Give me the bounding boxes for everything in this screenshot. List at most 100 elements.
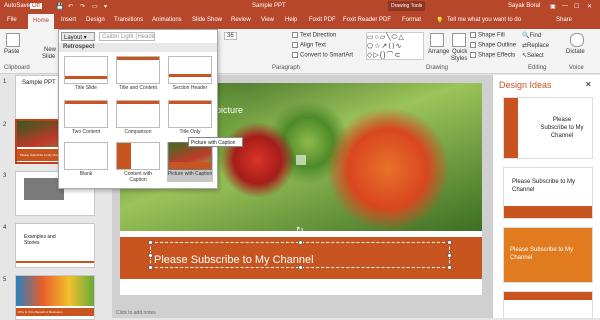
design-idea-card[interactable] — [503, 291, 593, 319]
maximize-icon[interactable]: ☐ — [574, 3, 579, 10]
layout-comparison[interactable]: Comparison — [115, 100, 161, 140]
design-idea-card[interactable]: Please Subscribe to My Channel — [503, 167, 593, 219]
close-pane-icon[interactable]: ✕ — [585, 80, 592, 89]
microphone-icon[interactable] — [570, 33, 584, 47]
layout-button[interactable]: Layout ▾ — [61, 32, 95, 41]
layout-picture-caption[interactable]: Picture with Caption — [167, 142, 213, 182]
tab-home[interactable]: Home — [28, 14, 55, 29]
align-text-button[interactable]: Align Text — [292, 42, 326, 49]
thumb-slide-4[interactable]: Examples and Stories — [15, 223, 95, 268]
tell-me-input[interactable]: Tell me what you want to do — [447, 17, 521, 23]
new-slide-sublabel[interactable]: Slide — [42, 54, 55, 60]
layout-two-content[interactable]: Two Content — [63, 100, 109, 140]
layout-preview — [64, 56, 108, 84]
undo-icon[interactable]: ↶ — [68, 3, 73, 10]
save-icon[interactable]: 💾 — [56, 3, 63, 10]
quick-styles-sublabel[interactable]: Styles — [451, 56, 467, 62]
resize-handle[interactable] — [148, 253, 153, 258]
autosave-toggle[interactable]: Off — [30, 3, 42, 9]
font-size-field[interactable]: 36 — [224, 32, 237, 40]
arrange-icon[interactable] — [430, 33, 444, 47]
find-label: Find — [529, 33, 542, 39]
notes-pane[interactable]: Click to add notes — [116, 310, 156, 316]
dictate-button[interactable]: Dictate — [566, 49, 585, 55]
resize-handle[interactable] — [447, 240, 452, 245]
image-icon[interactable] — [296, 155, 306, 165]
shape-effects-button[interactable]: Shape Effects — [470, 52, 515, 59]
minimize-icon[interactable]: — — [562, 3, 568, 9]
layout-content-caption[interactable]: Content with Caption — [115, 142, 161, 183]
ribbon-display-icon[interactable]: ▣ — [550, 3, 556, 10]
tab-animations[interactable]: Animations — [152, 17, 182, 23]
tab-insert[interactable]: Insert — [61, 17, 76, 23]
user-name[interactable]: Sayak Boral — [508, 3, 540, 9]
thumb-title: Examples and Stories — [24, 234, 56, 246]
convert-smartart-button[interactable]: Convert to SmartArt — [292, 52, 353, 59]
design-ideas-pane: Design Ideas ✕ Please Subscribe to My Ch… — [492, 75, 600, 319]
thumb-number: 3 — [3, 173, 7, 179]
resize-handle[interactable] — [447, 265, 452, 270]
layout-label: Content with Caption — [124, 171, 152, 183]
find-button[interactable]: 🔍Find — [522, 32, 541, 39]
design-idea-card[interactable]: Please Subscribe to My Channel — [503, 227, 593, 283]
resize-handle[interactable] — [148, 265, 153, 270]
customize-qat-icon[interactable]: ▾ — [104, 3, 107, 10]
layout-blank[interactable]: Blank — [63, 142, 109, 182]
design-idea-text: Please Subscribe to My Channel — [510, 247, 574, 261]
tab-review[interactable]: Review — [231, 17, 251, 23]
layout-section-header[interactable]: Section Header — [167, 56, 213, 96]
tab-transitions[interactable]: Transitions — [114, 17, 143, 23]
redo-icon[interactable]: ↷ — [80, 3, 85, 10]
layout-title-slide[interactable]: Title Slide — [63, 56, 109, 96]
document-title: Sample PPT — [252, 3, 286, 9]
text-direction-button[interactable]: Text Direction — [292, 32, 336, 39]
card-accent-bar — [504, 292, 592, 300]
resize-handle[interactable] — [148, 240, 153, 245]
paste-icon[interactable] — [6, 33, 20, 47]
tab-foxit-reader-pdf[interactable]: Foxit Reader PDF — [343, 17, 391, 23]
shape-outline-button[interactable]: Shape Outline — [470, 42, 516, 49]
present-icon[interactable]: ▭ — [92, 3, 98, 10]
select-button[interactable]: ↖Select — [522, 52, 544, 59]
group-paragraph-label: Paragraph — [272, 65, 301, 71]
paste-button[interactable]: Paste — [4, 49, 19, 55]
tab-view[interactable]: View — [261, 17, 274, 23]
share-button[interactable]: Share — [556, 17, 572, 23]
tab-help[interactable]: Help — [285, 17, 297, 23]
tab-foxit-pdf[interactable]: Foxit PDF — [309, 17, 336, 23]
group-voice-label: Voice — [569, 65, 584, 71]
quick-styles-icon[interactable] — [452, 33, 466, 47]
picture-placeholder-label: picture — [216, 105, 244, 115]
rotate-handle-icon[interactable]: ↻ — [296, 225, 304, 236]
layout-label: Title Only — [179, 129, 201, 135]
replace-button[interactable]: ⇄Replace — [522, 42, 549, 49]
drawing-tools-label: Drawing Tools — [388, 1, 426, 11]
tab-design[interactable]: Design — [86, 17, 105, 23]
thumb-slide-5[interactable]: Why Is It the Benefit of Illustration — [15, 275, 95, 320]
shape-fill-button[interactable]: Shape Fill — [470, 32, 505, 39]
layout-label: Layout — [64, 35, 83, 41]
card-accent-bar — [504, 206, 592, 218]
layout-title-content[interactable]: Title and Content — [115, 56, 161, 96]
resize-handle[interactable] — [298, 265, 303, 270]
shapes-gallery[interactable]: ▭○▱╲⬭△ ⬠☆↗⟨⟩∿ ◇▷{}⌒⊂ — [366, 32, 424, 60]
new-slide-label[interactable]: New — [44, 47, 56, 53]
autosave-label: AutoSave — [4, 3, 31, 9]
tab-file[interactable]: File — [7, 17, 17, 23]
tab-slide-show[interactable]: Slide Show — [192, 17, 222, 23]
caption-title[interactable]: Please Subscribe to My Channel — [154, 254, 314, 266]
quick-styles-label[interactable]: Quick — [452, 49, 467, 55]
layout-label: Title Slide — [75, 85, 97, 91]
layout-title-only[interactable]: Title Only — [167, 100, 213, 140]
font-name-field[interactable]: Calibri Light (Headings — [99, 32, 155, 41]
thumb-caption: Why Is It the Benefit of Illustration — [16, 308, 94, 316]
resize-handle[interactable] — [447, 253, 452, 258]
layout-label: Section Header — [172, 85, 208, 91]
close-icon[interactable]: ✕ — [587, 3, 592, 10]
arrange-button[interactable]: Arrange — [428, 49, 449, 55]
resize-handle[interactable] — [298, 240, 303, 245]
tab-format[interactable]: Format — [402, 17, 421, 23]
design-idea-card[interactable]: Please Subscribe to My Channel — [503, 97, 593, 159]
group-clipboard-label: Clipboard — [4, 65, 30, 71]
layout-tooltip: Picture with Caption — [188, 137, 243, 147]
